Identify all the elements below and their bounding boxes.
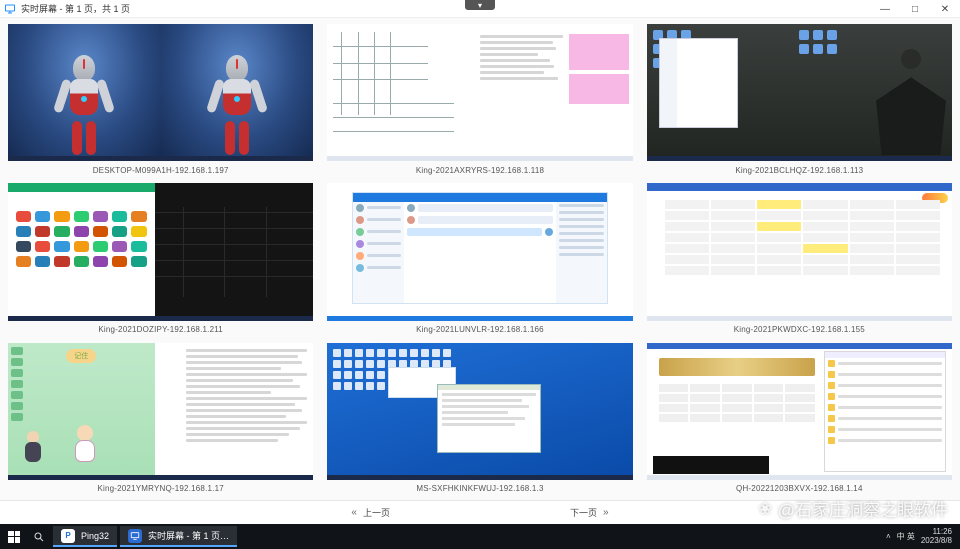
collapse-tab[interactable]: ▾ <box>465 0 495 10</box>
screen-cell: King-2021AXRYRS-192.168.1.118 <box>327 24 632 179</box>
screen-label: King-2021LUNVLR-192.168.1.166 <box>327 321 632 339</box>
os-taskbar: P Ping32 实时屏幕 - 第 1 页… ˄ 中 英 11:26 2023/… <box>0 524 960 549</box>
app-window: 实时屏幕 - 第 1 页，共 1 页 ▾ — □ ✕ DESKTOP-M099A… <box>0 0 960 524</box>
screen-thumbnail[interactable] <box>327 343 632 480</box>
monitor-icon <box>4 3 16 15</box>
screen-cell: QH-20221203BXVX-192.168.1.14 <box>647 343 952 498</box>
screen-cell: King-2021LUNVLR-192.168.1.166 <box>327 183 632 338</box>
screen-thumbnail[interactable] <box>647 24 952 161</box>
screen-cell: DESKTOP-M099A1H-192.168.1.197 <box>8 24 313 179</box>
screen-cell: 记住 King-2021YMRYNQ-192.168.1.17 <box>8 343 313 498</box>
screen-thumbnail[interactable] <box>8 24 313 161</box>
maximize-button[interactable]: □ <box>900 0 930 18</box>
clock-date: 2023/8/8 <box>921 537 952 546</box>
tray-ime[interactable]: 中 英 <box>897 531 915 542</box>
next-page-button[interactable]: 下一页 » <box>570 506 609 519</box>
screen-label: MS-SXFHKINKFWUJ-192.168.1.3 <box>327 480 632 498</box>
app-icon: P <box>61 529 75 543</box>
start-button[interactable] <box>0 524 28 549</box>
screen-cell: King-2021PKWDXC-192.168.1.155 <box>647 183 952 338</box>
screen-label: King-2021PKWDXC-192.168.1.155 <box>647 321 952 339</box>
prev-page-button[interactable]: « 上一页 <box>351 506 390 519</box>
screen-thumbnail[interactable]: 记住 <box>8 343 313 480</box>
screen-label: King-2021YMRYNQ-192.168.1.17 <box>8 480 313 498</box>
screens-grid: DESKTOP-M099A1H-192.168.1.197 <box>0 18 960 500</box>
screen-label: King-2021DOZIPY-192.168.1.211 <box>8 321 313 339</box>
prev-page-label: 上一页 <box>363 506 390 519</box>
windows-logo-icon <box>8 531 20 543</box>
screen-label: DESKTOP-M099A1H-192.168.1.197 <box>8 161 313 179</box>
close-button[interactable]: ✕ <box>930 0 960 18</box>
next-page-label: 下一页 <box>570 506 597 519</box>
taskbar-app-realtime[interactable]: 实时屏幕 - 第 1 页… <box>120 526 237 547</box>
tray-chevron-icon[interactable]: ˄ <box>886 532 891 541</box>
taskbar-app-label: Ping32 <box>81 531 109 541</box>
tray-clock[interactable]: 11:26 2023/8/8 <box>921 528 952 546</box>
screen-label: King-2021AXRYRS-192.168.1.118 <box>327 161 632 179</box>
taskbar-app-ping32[interactable]: P Ping32 <box>53 526 117 547</box>
taskbar-app-label: 实时屏幕 - 第 1 页… <box>148 529 229 542</box>
screen-thumbnail[interactable] <box>647 343 952 480</box>
titlebar: 实时屏幕 - 第 1 页，共 1 页 ▾ — □ ✕ <box>0 0 960 18</box>
monitor-icon <box>128 529 142 543</box>
screen-label: King-2021BCLHQZ-192.168.1.113 <box>647 161 952 179</box>
screen-thumbnail[interactable] <box>647 183 952 320</box>
screen-thumbnail[interactable] <box>8 183 313 320</box>
window-controls: — □ ✕ <box>870 0 960 18</box>
taskbar-search-button[interactable] <box>28 524 50 549</box>
chevron-right-icon: » <box>603 507 609 518</box>
cartoon-title-bubble: 记住 <box>66 349 96 363</box>
pager: « 上一页 下一页 » <box>0 500 960 524</box>
screen-cell: King-2021DOZIPY-192.168.1.211 <box>8 183 313 338</box>
screen-label: QH-20221203BXVX-192.168.1.14 <box>647 480 952 498</box>
search-icon <box>33 531 45 543</box>
screen-cell: King-2021BCLHQZ-192.168.1.113 <box>647 24 952 179</box>
screen-thumbnail[interactable] <box>327 24 632 161</box>
system-tray: ˄ 中 英 11:26 2023/8/8 <box>886 528 960 546</box>
window-title: 实时屏幕 - 第 1 页，共 1 页 <box>21 2 130 15</box>
chevron-left-icon: « <box>351 507 357 518</box>
minimize-button[interactable]: — <box>870 0 900 18</box>
screen-cell: MS-SXFHKINKFWUJ-192.168.1.3 <box>327 343 632 498</box>
screen-thumbnail[interactable] <box>327 183 632 320</box>
